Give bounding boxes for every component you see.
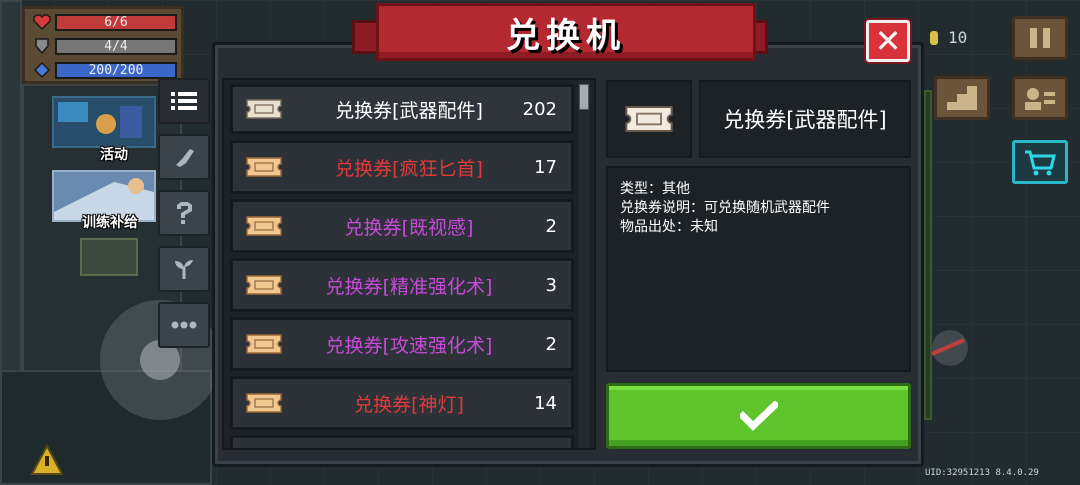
item-name: 兑换券[神灯] xyxy=(354,393,464,416)
heart-icon xyxy=(33,14,51,30)
event-promo[interactable] xyxy=(52,96,156,148)
energy-row: 200/200 xyxy=(33,61,177,79)
voucher-ticket-icon xyxy=(246,334,282,354)
list-item[interactable]: 兑换券[既视感] 2 xyxy=(230,199,574,253)
uid-version: UID:32951213 8.4.0.29 xyxy=(925,468,1039,478)
voucher-ticket-icon xyxy=(246,157,282,177)
event-art-icon xyxy=(58,102,142,138)
item-name: 兑换券[既视感] xyxy=(344,216,474,239)
stairs-button[interactable] xyxy=(934,76,990,120)
close-button[interactable]: ✕ xyxy=(866,20,910,62)
detail-type: 类型：其他 xyxy=(620,181,690,197)
voucher-ticket-icon xyxy=(246,99,282,119)
profile-button[interactable] xyxy=(1012,76,1068,120)
armor-row: 4/4 xyxy=(33,37,177,55)
voucher-ticket-icon xyxy=(246,275,282,295)
item-count: 2 xyxy=(545,215,557,237)
shield-icon xyxy=(35,38,49,54)
item-count: 202 xyxy=(522,98,557,120)
more-icon xyxy=(171,321,197,329)
coin-count: 10 xyxy=(948,28,968,47)
tab-weapons[interactable] xyxy=(158,134,210,180)
list-item[interactable]: 兑换券[精准强化术] 3 xyxy=(230,258,574,312)
shop-button[interactable] xyxy=(1012,140,1068,184)
item-count: 17 xyxy=(534,156,557,178)
voucher-ticket-icon xyxy=(625,106,673,132)
item-name: 兑换券[疯狂匕首] xyxy=(335,157,483,180)
pause-icon xyxy=(1030,28,1050,48)
energy-crystal-icon xyxy=(33,62,51,78)
profile-card-icon xyxy=(1025,88,1055,110)
list-item[interactable]: 兑换券[神灯] 14 xyxy=(230,376,574,430)
detail-name: 兑换券[武器配件] xyxy=(699,80,911,158)
item-count: 14 xyxy=(534,392,557,414)
stairs-icon xyxy=(947,86,977,110)
coin-icon xyxy=(930,30,938,45)
list-item[interactable] xyxy=(230,435,574,448)
weapon-icon xyxy=(176,149,194,167)
detail-desc: 兑换券说明：可兑换随机武器配件 xyxy=(620,200,830,216)
hp-row: 6/6 xyxy=(33,13,177,31)
list-scrollbar[interactable] xyxy=(578,80,590,448)
tab-unknown[interactable] xyxy=(158,190,210,236)
wall-right-edge xyxy=(924,90,932,420)
weapon-pickup[interactable] xyxy=(80,238,138,276)
item-name: 兑换券[攻速强化术] xyxy=(325,334,493,357)
item-name: 兑换券[精准强化术] xyxy=(325,275,493,298)
question-icon xyxy=(177,202,192,224)
close-icon: ✕ xyxy=(874,22,902,60)
armor-bar: 4/4 xyxy=(55,37,177,55)
coin-counter: 10 xyxy=(930,28,967,47)
warning-icon xyxy=(30,444,64,475)
checkmark-icon xyxy=(739,401,778,431)
list-item[interactable]: 兑换券[攻速强化术] 2 xyxy=(230,317,574,371)
voucher-ticket-icon xyxy=(246,393,282,413)
hp-bar: 6/6 xyxy=(55,13,177,31)
detail-icon-box xyxy=(606,80,692,158)
voucher-list[interactable]: 兑换券[武器配件] 202 兑换券[疯狂匕首] 17 兑换券[既视感] 2 兑换… xyxy=(222,78,596,450)
event-label[interactable]: 活动 xyxy=(100,144,128,164)
voucher-ticket-icon xyxy=(246,216,282,236)
tab-more[interactable] xyxy=(158,302,210,348)
modal-title: 兑换机 xyxy=(506,15,626,56)
item-count: 3 xyxy=(545,274,557,296)
energy-bar: 200/200 xyxy=(55,61,177,79)
detail-description: 类型：其他 兑换券说明：可兑换随机武器配件 物品出处：未知 xyxy=(606,166,911,372)
list-icon xyxy=(171,92,197,110)
tab-list[interactable] xyxy=(158,78,210,124)
list-item[interactable]: 兑换券[疯狂匕首] 17 xyxy=(230,140,574,194)
weapon-slot-icon[interactable] xyxy=(924,328,974,368)
pause-button[interactable] xyxy=(1012,16,1068,60)
training-label[interactable]: 训练补给 xyxy=(82,212,138,232)
tab-plants[interactable] xyxy=(158,246,210,292)
cart-icon xyxy=(1025,150,1056,176)
title-banner: 兑换机 xyxy=(376,3,756,61)
player-stats-panel: 6/6 4/4 200/200 xyxy=(22,6,184,84)
confirm-button[interactable] xyxy=(606,383,911,449)
detail-source: 物品出处：未知 xyxy=(620,219,718,235)
item-count: 2 xyxy=(545,333,557,355)
list-item[interactable]: 兑换券[武器配件] 202 xyxy=(230,84,574,134)
plant-icon xyxy=(175,260,193,279)
scroll-thumb[interactable] xyxy=(579,84,589,110)
item-name: 兑换券[武器配件] xyxy=(335,99,483,122)
